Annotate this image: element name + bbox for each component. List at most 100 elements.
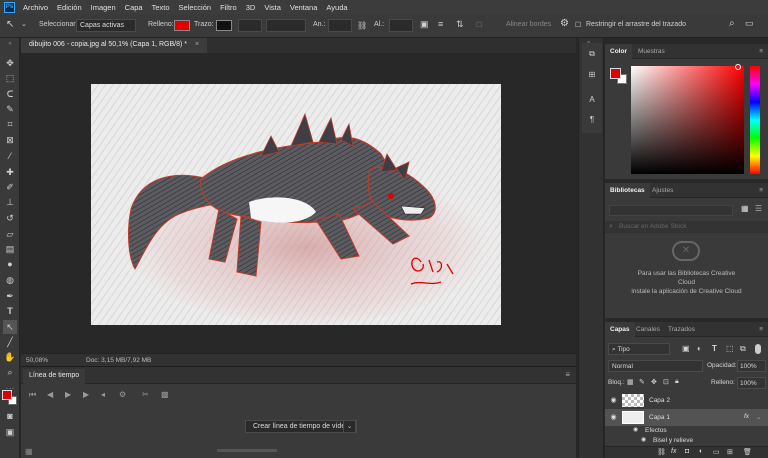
- blend-mode-dropdown[interactable]: Normal: [608, 360, 703, 372]
- doc-info[interactable]: Doc: 3,15 MB/7,92 MB: [86, 357, 151, 364]
- path-selection-tool-icon[interactable]: ↖: [6, 19, 14, 30]
- play-icon[interactable]: ▶: [65, 390, 71, 399]
- first-frame-icon[interactable]: ⏮: [29, 390, 36, 400]
- paragraph-icon[interactable]: ¶: [587, 115, 597, 125]
- layer-effects-badge[interactable]: fx: [744, 413, 749, 420]
- eyedropper-tool-icon[interactable]: ⁄: [3, 149, 17, 163]
- panel-menu-icon[interactable]: ≡: [754, 44, 768, 59]
- zoom-level[interactable]: 50,08%: [26, 357, 48, 364]
- stroke-color-swatch[interactable]: [216, 20, 232, 31]
- create-video-timeline-button[interactable]: Crear línea de tiempo de vídeo: [245, 420, 358, 433]
- eye-icon[interactable]: ◉: [609, 396, 618, 405]
- link-icon[interactable]: ⛓: [657, 448, 666, 456]
- foreground-color-swatch[interactable]: [2, 390, 12, 400]
- document-tab[interactable]: dibujito 006 - copia.jpg al 50,1% (Capa …: [21, 38, 208, 53]
- path-operations-icon[interactable]: ▣: [420, 19, 429, 30]
- previous-frame-icon[interactable]: ◀: [47, 390, 53, 399]
- lasso-tool-icon[interactable]: ᑕ: [3, 87, 17, 101]
- opacity-field[interactable]: 100%: [737, 360, 766, 372]
- tab-adjustments[interactable]: Ajustes: [647, 183, 678, 198]
- document-canvas[interactable]: [91, 84, 501, 325]
- eraser-tool-icon[interactable]: ▱: [3, 227, 17, 241]
- layer-filter-dropdown[interactable]: ⌕ Tipo: [608, 343, 670, 355]
- panel-menu-icon[interactable]: ≡: [754, 183, 768, 198]
- search-icon[interactable]: ⌕: [729, 18, 735, 29]
- menu-edicion[interactable]: Edición: [57, 3, 82, 12]
- new-layer-icon[interactable]: ⊞: [727, 448, 733, 456]
- grid-view-icon[interactable]: ▦: [741, 204, 749, 213]
- library-select-dropdown[interactable]: [609, 205, 733, 216]
- stock-search-field[interactable]: ⌕ Buscar en Adobe Stock: [605, 221, 768, 233]
- filter-smart-object-icon[interactable]: ⧉: [740, 344, 746, 354]
- dodge-tool-icon[interactable]: ◍: [3, 273, 17, 287]
- menu-capa[interactable]: Capa: [125, 3, 143, 12]
- settings-icon[interactable]: ⚙: [119, 390, 126, 399]
- align-edges-checkbox[interactable]: ☐: [476, 21, 482, 29]
- menu-imagen[interactable]: Imagen: [91, 3, 116, 12]
- foreground-color-swatch[interactable]: [610, 68, 621, 79]
- quick-mask-icon[interactable]: ◙: [3, 409, 17, 423]
- width-field[interactable]: [328, 19, 352, 32]
- workspace-icon[interactable]: ▭: [745, 18, 754, 29]
- line-tool-icon[interactable]: ╱: [3, 335, 17, 349]
- brush-tool-icon[interactable]: ✐: [3, 180, 17, 194]
- split-icon[interactable]: ✂: [142, 390, 149, 399]
- quick-selection-tool-icon[interactable]: ✎: [3, 102, 17, 116]
- menu-vista[interactable]: Vista: [264, 3, 281, 12]
- tab-libraries[interactable]: Bibliotecas: [605, 183, 650, 198]
- transition-icon[interactable]: ▩: [161, 390, 169, 399]
- healing-brush-tool-icon[interactable]: ✚: [3, 165, 17, 179]
- timeline-tab[interactable]: Línea de tiempo: [23, 369, 86, 384]
- chevron-right-icon[interactable]: ›: [145, 356, 147, 363]
- effect-bevel-row[interactable]: ◉ Bisel y relieve: [605, 436, 768, 445]
- stroke-type-dropdown[interactable]: [266, 19, 306, 32]
- menu-texto[interactable]: Texto: [152, 3, 170, 12]
- lock-position-icon[interactable]: ✥: [651, 378, 657, 386]
- link-icon[interactable]: ⛓: [357, 21, 367, 30]
- restrict-checkbox[interactable]: ☐: [575, 21, 581, 29]
- properties-icon[interactable]: ⊞: [587, 70, 597, 80]
- menu-ayuda[interactable]: Ayuda: [326, 3, 347, 12]
- color-picker-field[interactable]: [631, 66, 744, 174]
- trash-icon[interactable]: 🗑︎: [743, 448, 752, 456]
- pen-tool-icon[interactable]: ✒: [3, 289, 17, 303]
- filter-shape-icon[interactable]: ⬚: [726, 344, 734, 353]
- chevron-down-icon[interactable]: ⌄: [756, 413, 761, 421]
- menu-seleccion[interactable]: Selección: [179, 3, 212, 12]
- history-icon[interactable]: ⧉: [587, 49, 597, 59]
- filter-toggle[interactable]: [755, 344, 761, 354]
- screen-mode-icon[interactable]: ▣: [3, 425, 17, 439]
- add-mask-icon[interactable]: ◘: [685, 448, 689, 455]
- close-icon[interactable]: ×: [195, 41, 199, 48]
- tab-color[interactable]: Color: [605, 44, 632, 59]
- fill-color-swatch[interactable]: [174, 20, 190, 31]
- next-frame-icon[interactable]: ▶: [83, 390, 89, 399]
- hue-slider[interactable]: [750, 66, 760, 174]
- path-alignment-icon[interactable]: ≡: [438, 19, 443, 29]
- move-tool-icon[interactable]: ✥: [3, 56, 17, 70]
- chevron-down-icon[interactable]: ⌄: [21, 20, 27, 28]
- list-view-icon[interactable]: ☰: [755, 204, 762, 213]
- panel-menu-icon[interactable]: ≡: [754, 322, 768, 337]
- chevron-down-icon[interactable]: ⌄: [343, 420, 356, 433]
- gear-icon[interactable]: ⚙: [560, 18, 569, 29]
- character-icon[interactable]: A: [587, 95, 597, 105]
- convert-frame-icon[interactable]: ▦: [25, 447, 33, 456]
- height-field[interactable]: [389, 19, 413, 32]
- eye-icon[interactable]: ◉: [633, 426, 638, 433]
- frame-tool-icon[interactable]: ⊠: [3, 133, 17, 147]
- color-picker-handle[interactable]: [735, 64, 741, 70]
- hand-tool-icon[interactable]: ✋: [3, 350, 17, 364]
- path-selection-tool-icon[interactable]: ↖: [3, 320, 17, 334]
- effects-row[interactable]: ◉ Efectos: [605, 426, 768, 436]
- layer-row[interactable]: ◉ Capa 2: [605, 392, 768, 409]
- marquee-tool-icon[interactable]: ⬚: [3, 71, 17, 85]
- path-arrangement-icon[interactable]: ⇅: [456, 19, 464, 30]
- filter-type-icon[interactable]: T: [712, 344, 717, 353]
- adjustment-layer-icon[interactable]: ◐: [699, 448, 703, 455]
- layer-row-selected[interactable]: ◉ Capa 1 fx ⌄: [605, 409, 768, 426]
- tab-channels[interactable]: Canales: [631, 322, 665, 337]
- zoom-slider[interactable]: [217, 449, 277, 452]
- filter-adjustment-icon[interactable]: ◐: [697, 344, 702, 353]
- panel-menu-icon[interactable]: ≡: [565, 370, 570, 379]
